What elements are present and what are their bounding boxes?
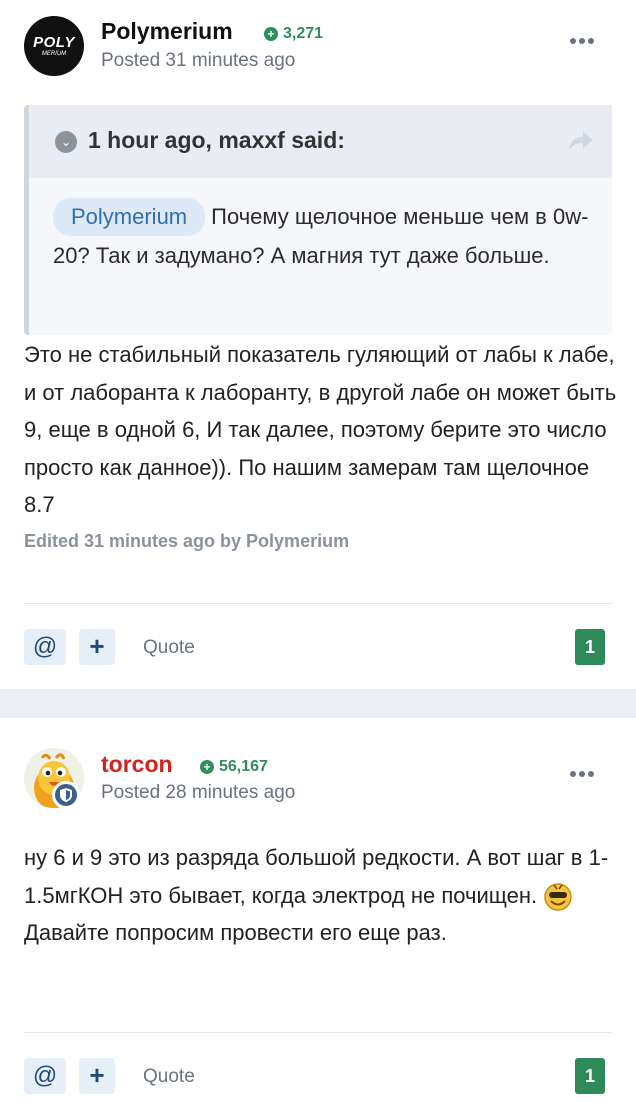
quote-text: Polymerium Почему щелочное меньше чем в 0… bbox=[53, 197, 593, 275]
reputation-plus-icon: + bbox=[264, 27, 278, 41]
reaction-count-badge[interactable]: 1 bbox=[575, 629, 605, 665]
reputation-badge: + 3,271 bbox=[264, 25, 323, 43]
divider bbox=[24, 1032, 612, 1033]
more-options-icon[interactable] bbox=[570, 38, 594, 44]
quote-block: ⌄ 1 hour ago, maxxf said: Polymerium Поче… bbox=[24, 105, 612, 335]
author-name[interactable]: Polymerium bbox=[101, 18, 233, 45]
edited-note: Edited 31 minutes ago by Polymerium bbox=[24, 531, 350, 551]
mention-polymerium[interactable]: Polymerium bbox=[53, 198, 206, 236]
quote-button[interactable]: Quote bbox=[143, 1066, 195, 1088]
moderator-shield-icon bbox=[52, 781, 80, 809]
divider bbox=[24, 603, 612, 604]
reputation-count: 3,271 bbox=[283, 25, 324, 42]
reputation-plus-icon: + bbox=[200, 760, 214, 774]
quote-button[interactable]: Quote bbox=[143, 637, 195, 659]
reputation-count: 56,167 bbox=[219, 758, 268, 775]
avatar-polymerium[interactable]: POLY MERIUM bbox=[24, 16, 84, 76]
post-body: Это не стабильный показатель гуляющий от… bbox=[24, 342, 617, 517]
multiquote-button[interactable]: + bbox=[79, 629, 115, 665]
more-options-icon[interactable] bbox=[570, 771, 594, 777]
post-torcon: torcon + 56,167 Posted 28 minutes ago ну… bbox=[0, 718, 636, 1111]
chevron-down-icon[interactable]: ⌄ bbox=[55, 131, 77, 153]
share-arrow-icon[interactable] bbox=[567, 129, 595, 153]
author-name[interactable]: torcon bbox=[101, 751, 173, 778]
quote-header: ⌄ 1 hour ago, maxxf said: bbox=[29, 105, 612, 178]
smiley-emoji-icon bbox=[543, 882, 573, 912]
quote-citation[interactable]: 1 hour ago, maxxf said: bbox=[88, 127, 345, 154]
post-body-line-1: ну 6 и 9 это из разряда большой редкости… bbox=[24, 845, 609, 908]
mention-button[interactable]: @ bbox=[24, 1058, 66, 1094]
mention-button[interactable]: @ bbox=[24, 629, 66, 665]
post-timestamp[interactable]: Posted 31 minutes ago bbox=[101, 50, 295, 72]
post-polymerium: POLY MERIUM Polymerium + 3,271 Posted 31… bbox=[0, 0, 636, 689]
avatar-logo-subtext: MERIUM bbox=[41, 51, 67, 57]
reaction-count-badge[interactable]: 1 bbox=[575, 1058, 605, 1094]
post-body-line-2: Давайте попросим провести его еще раз. bbox=[24, 920, 447, 945]
post-timestamp[interactable]: Posted 28 minutes ago bbox=[101, 782, 295, 804]
reputation-badge: + 56,167 bbox=[200, 758, 268, 776]
avatar-logo-text: POLY bbox=[33, 34, 75, 51]
post-body: ну 6 и 9 это из разряда большой редкости… bbox=[24, 839, 614, 952]
multiquote-button[interactable]: + bbox=[79, 1058, 115, 1094]
